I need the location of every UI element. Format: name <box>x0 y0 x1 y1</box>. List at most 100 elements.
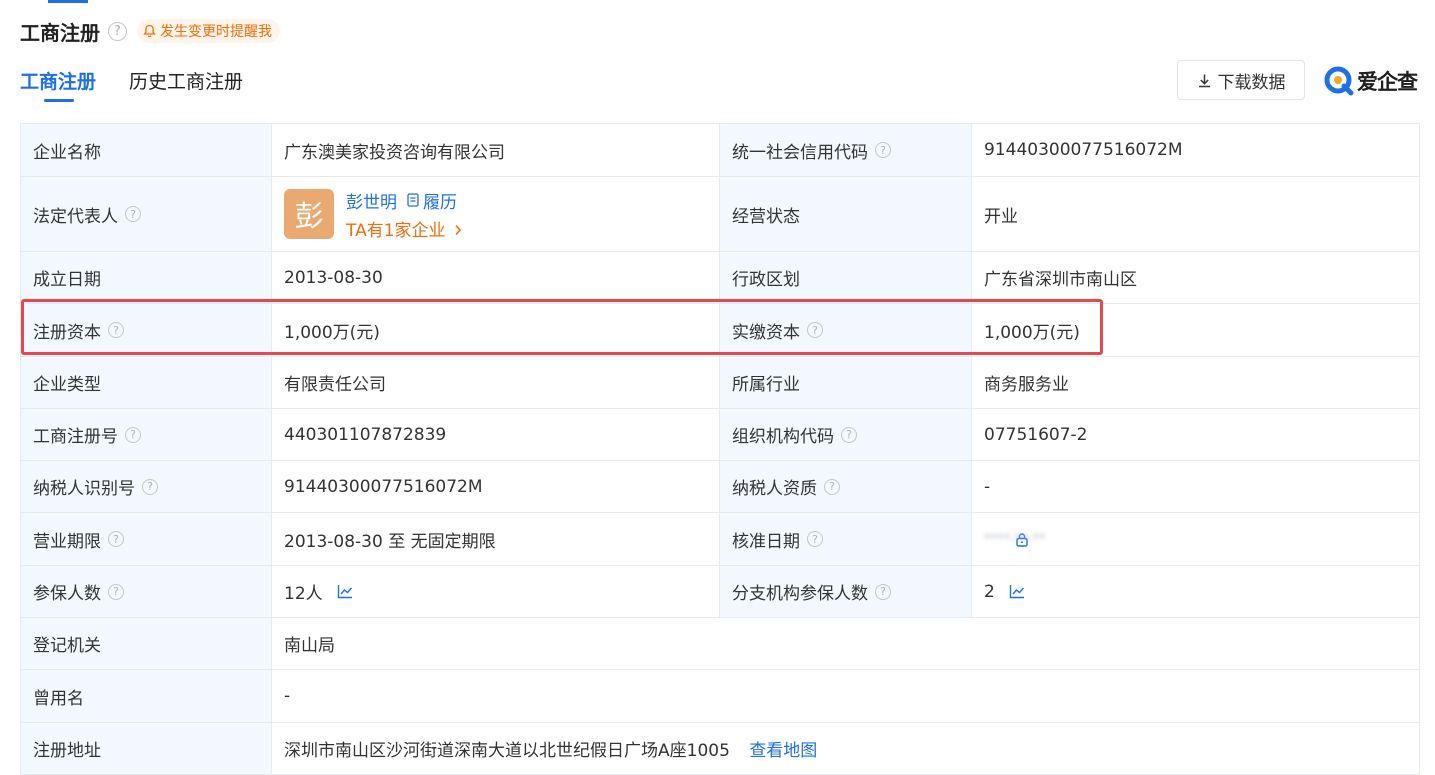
field-label-cell: 组织机构代码? <box>719 408 972 461</box>
locked-value-cell: ****-**-** <box>971 512 1420 566</box>
field-value: 2013-08-30 至 无固定期限 <box>271 512 720 566</box>
logo-text: 爱企查 <box>1357 70 1418 94</box>
page-title: 工商注册 <box>20 20 100 45</box>
trend-chart-icon[interactable] <box>1009 584 1025 599</box>
question-circle-icon[interactable]: ? <box>108 531 124 547</box>
question-circle-icon[interactable]: ? <box>108 583 124 600</box>
table-row: 注册地址 深圳市南山区沙河街道深南大道以北世纪假日广场A座1005 查看地图 <box>20 722 1420 775</box>
table-row: 纳税人识别号? 91440300077516072M 纳税人资质? - <box>20 460 1420 513</box>
business-info-table: 企业名称 广东澳美家投资咨询有限公司 统一社会信用代码? 91440300077… <box>20 123 1420 775</box>
table-row: 成立日期 2013-08-30 行政区划 广东省深圳市南山区 <box>20 251 1420 304</box>
table-row: 企业类型 有限责任公司 所属行业 商务服务业 <box>20 356 1420 409</box>
question-circle-icon[interactable]: ? <box>108 21 127 41</box>
table-row: 登记机关 南山局 <box>20 617 1420 670</box>
field-value: 440301107872839 <box>271 408 720 461</box>
field-label: 注册地址 <box>20 722 272 775</box>
field-label: 工商注册号 <box>33 427 118 447</box>
table-row: 注册资本? 1,000万(元) 实缴资本? 1,000万(元) <box>20 303 1420 357</box>
field-label-cell: 纳税人识别号? <box>20 460 272 513</box>
resume-link[interactable]: 履历 <box>407 188 457 213</box>
field-value: 1,000万(元) <box>971 303 1420 357</box>
field-label: 成立日期 <box>20 251 272 304</box>
table-row: 曾用名 - <box>20 669 1420 723</box>
related-companies-label: TA有1家企业 <box>346 220 446 241</box>
field-label-cell: 分支机构参保人数? <box>719 565 972 618</box>
question-circle-icon[interactable]: ? <box>807 322 823 338</box>
blurred-date-value: ****-**-** <box>984 531 1046 547</box>
question-circle-icon[interactable]: ? <box>125 206 141 222</box>
field-value: 91440300077516072M <box>271 460 720 513</box>
table-row: 营业期限? 2013-08-30 至 无固定期限 核准日期? ****-**-*… <box>20 512 1420 566</box>
address-cell: 深圳市南山区沙河街道深南大道以北世纪假日广场A座1005 查看地图 <box>271 722 1420 775</box>
branch-insured-count-cell: 2 <box>971 565 1420 618</box>
remind-me-label: 发生变更时提醒我 <box>160 24 272 40</box>
legal-rep-name-link[interactable]: 彭世明 <box>346 188 397 213</box>
related-companies-link[interactable]: TA有1家企业 <box>346 216 462 241</box>
field-label-cell: 核准日期? <box>719 512 972 566</box>
field-label-cell: 纳税人资质? <box>719 460 972 513</box>
field-label-cell: 实缴资本? <box>719 303 972 357</box>
field-label: 参保人数 <box>33 584 101 604</box>
field-label-cell: 参保人数? <box>20 565 272 618</box>
field-value: 1,000万(元) <box>271 303 720 357</box>
avatar[interactable]: 彭 <box>284 189 334 239</box>
field-label: 企业名称 <box>20 123 272 177</box>
table-row: 参保人数? 12人 分支机构参保人数? 2 <box>20 565 1420 618</box>
field-value: 南山局 <box>271 617 1420 670</box>
field-value: 91440300077516072M <box>971 123 1420 177</box>
section-header: 工商注册 ? 发生变更时提醒我 <box>20 14 280 48</box>
view-map-link[interactable]: 查看地图 <box>749 741 817 761</box>
tab-bar: 工商注册 历史工商注册 <box>20 62 276 102</box>
field-value: 开业 <box>971 176 1420 252</box>
resume-label: 履历 <box>423 192 457 213</box>
tab-history-registration[interactable]: 历史工商注册 <box>129 62 243 102</box>
download-data-label: 下载数据 <box>1217 72 1286 93</box>
download-data-button[interactable]: 下载数据 <box>1177 60 1305 100</box>
field-label-cell: 统一社会信用代码? <box>719 123 972 177</box>
field-label-cell: 注册资本? <box>20 303 272 357</box>
field-value: 2 <box>984 581 995 602</box>
table-row: 法定代表人? 彭 彭世明 履历 TA有1家企业 经营状态 开业 <box>20 176 1420 252</box>
question-circle-icon[interactable]: ? <box>824 478 840 495</box>
field-value: 广东澳美家投资咨询有限公司 <box>271 123 720 177</box>
field-label: 组织机构代码 <box>732 427 834 447</box>
download-icon <box>1198 74 1210 87</box>
table-row: 企业名称 广东澳美家投资咨询有限公司 统一社会信用代码? 91440300077… <box>20 123 1420 177</box>
bell-icon <box>143 24 156 38</box>
field-value: 有限责任公司 <box>271 356 720 409</box>
field-label: 经营状态 <box>719 176 972 252</box>
field-label: 企业类型 <box>20 356 272 409</box>
insured-count-cell: 12人 <box>271 565 720 618</box>
field-label: 纳税人资质 <box>732 479 817 499</box>
aiqicha-logo[interactable]: 爱企查 <box>1324 66 1418 96</box>
aiqicha-logo-icon <box>1324 66 1354 96</box>
remind-me-button[interactable]: 发生变更时提醒我 <box>137 19 280 43</box>
field-label-cell: 营业期限? <box>20 512 272 566</box>
field-value: 07751607-2 <box>971 408 1420 461</box>
field-label: 分支机构参保人数 <box>732 584 868 604</box>
field-label: 行政区划 <box>719 251 972 304</box>
field-label: 统一社会信用代码 <box>732 142 868 163</box>
field-label: 所属行业 <box>719 356 972 409</box>
field-label: 曾用名 <box>20 669 272 723</box>
document-icon <box>407 193 419 207</box>
question-circle-icon[interactable]: ? <box>108 322 124 338</box>
question-circle-icon[interactable]: ? <box>807 531 823 547</box>
field-label: 注册资本 <box>33 322 101 343</box>
field-label-cell: 法定代表人? <box>20 176 272 252</box>
tab-business-registration[interactable]: 工商注册 <box>20 62 96 102</box>
trend-chart-icon[interactable] <box>337 584 353 599</box>
question-circle-icon[interactable]: ? <box>875 142 891 158</box>
question-circle-icon[interactable]: ? <box>875 583 891 600</box>
field-value: - <box>271 669 1420 723</box>
field-label: 法定代表人 <box>33 206 118 227</box>
question-circle-icon[interactable]: ? <box>841 426 857 443</box>
question-circle-icon[interactable]: ? <box>142 478 158 495</box>
field-label: 营业期限 <box>33 531 101 552</box>
question-circle-icon[interactable]: ? <box>125 426 141 443</box>
field-value: 2013-08-30 <box>271 251 720 304</box>
chevron-right-icon <box>455 224 461 235</box>
field-label: 核准日期 <box>732 531 800 552</box>
field-value: - <box>971 460 1420 513</box>
table-row: 工商注册号? 440301107872839 组织机构代码? 07751607-… <box>20 408 1420 461</box>
